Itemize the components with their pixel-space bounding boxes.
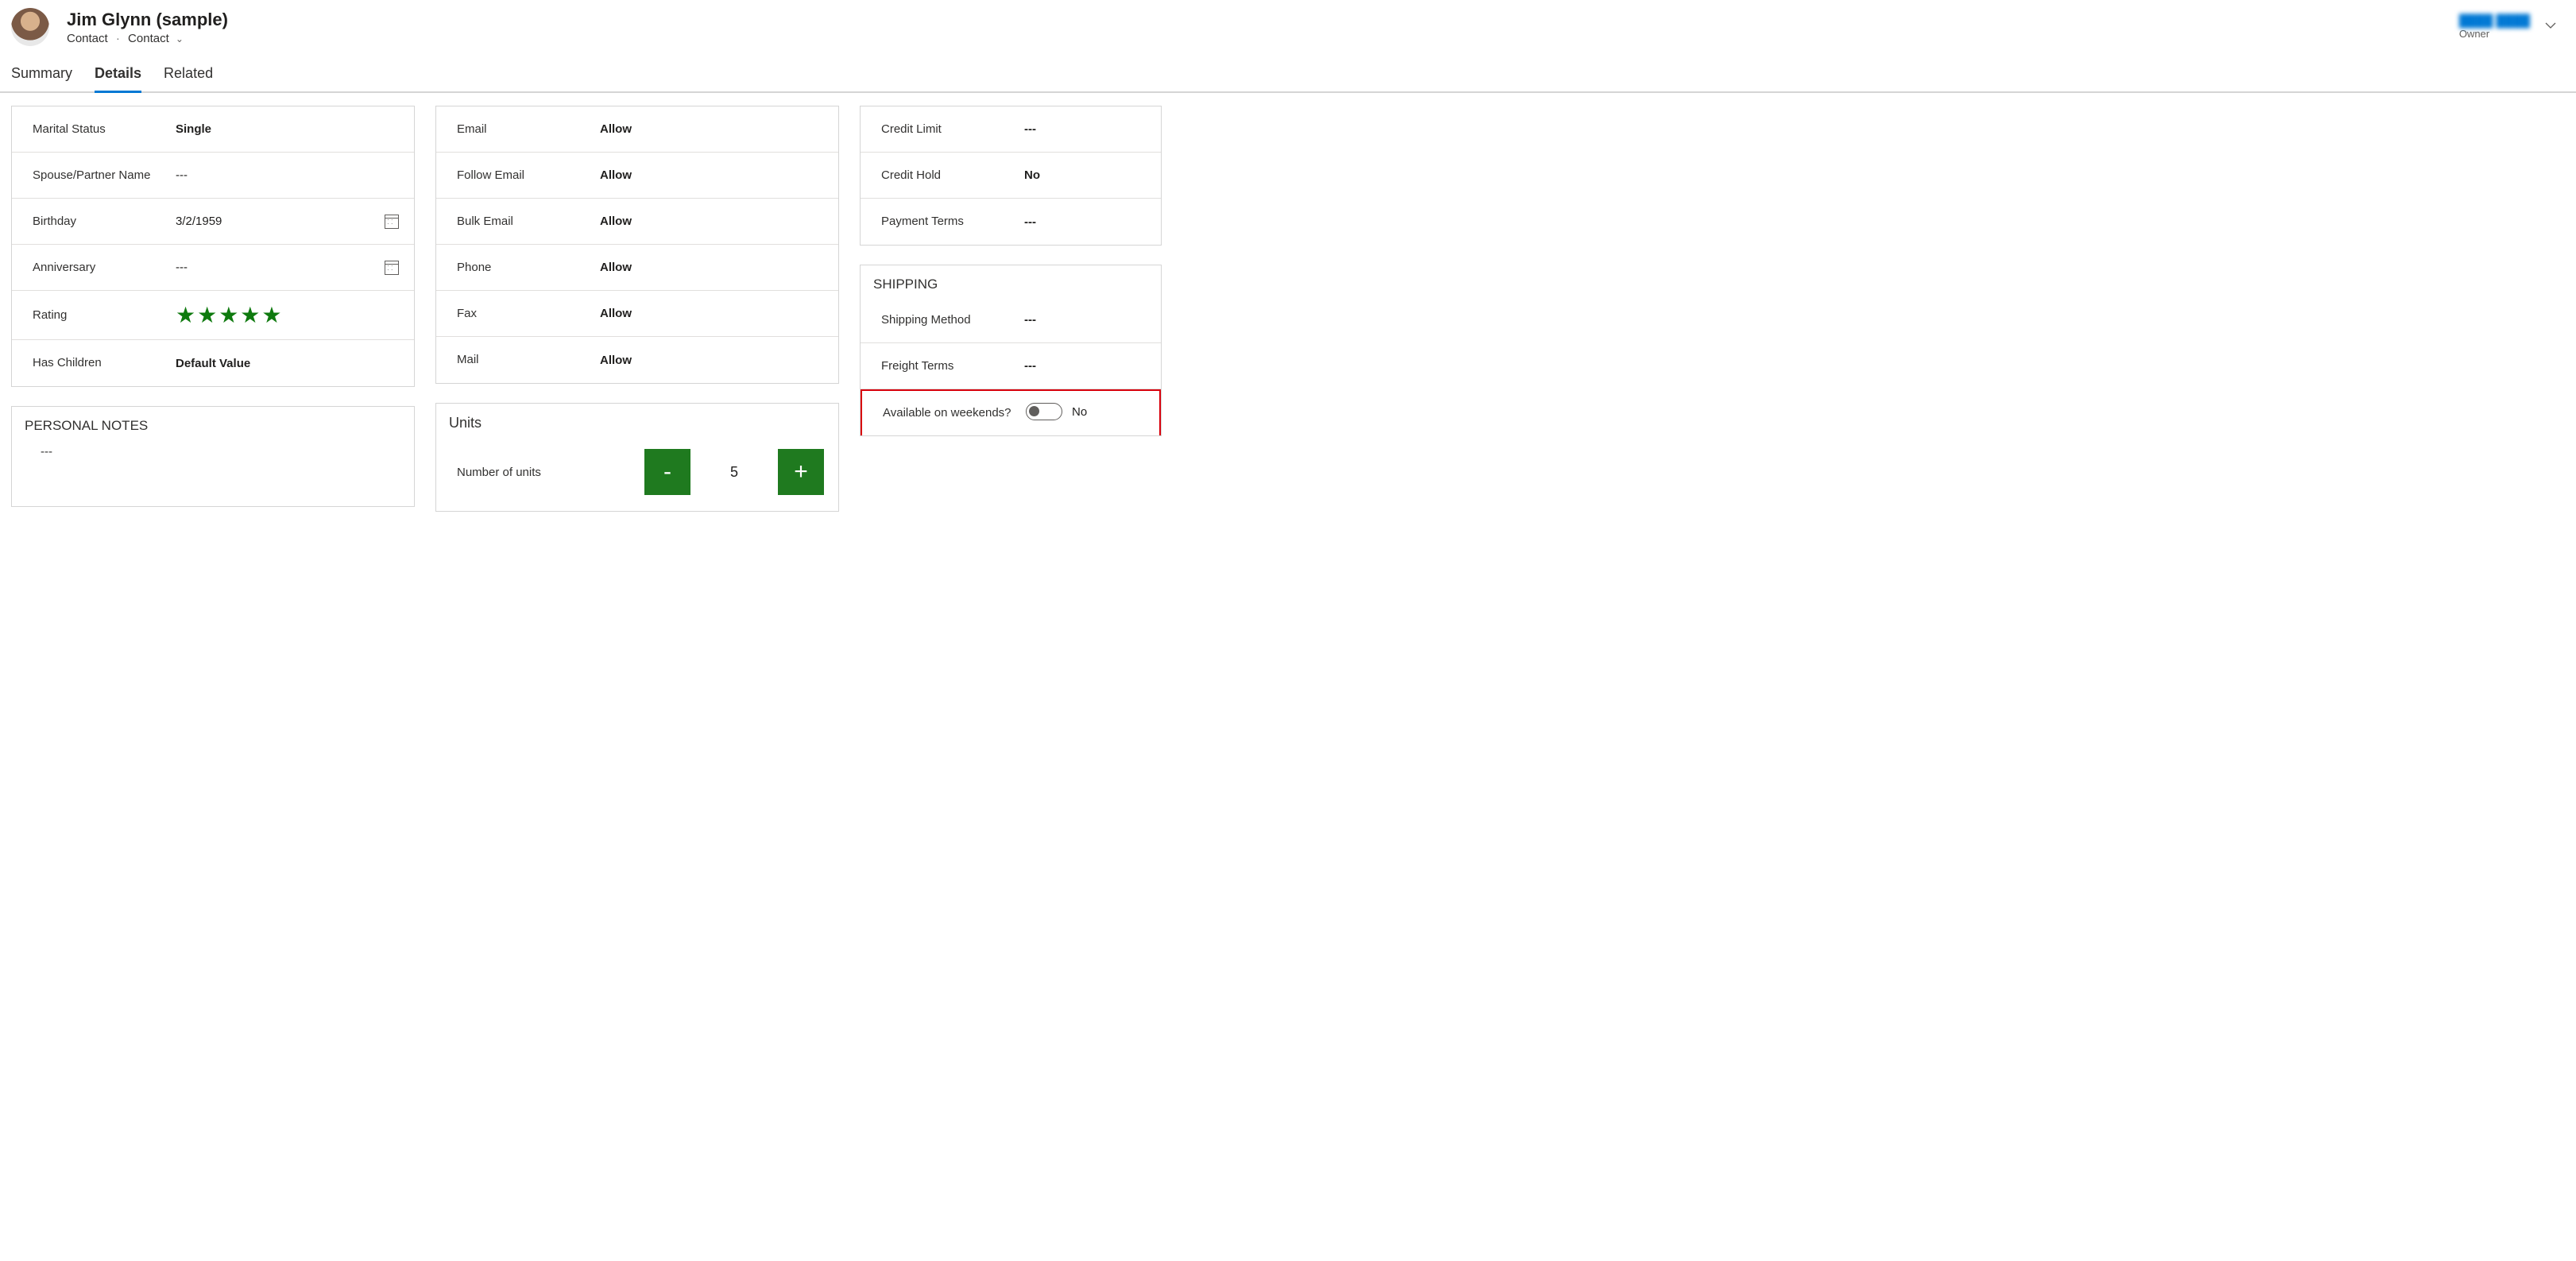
tab-details[interactable]: Details bbox=[95, 59, 141, 91]
toggle-knob-icon bbox=[1029, 406, 1039, 416]
contact-avatar bbox=[11, 8, 49, 46]
shipping-card: SHIPPING Shipping Method --- Freight Ter… bbox=[860, 265, 1162, 436]
column-1: Marital Status Single Spouse/Partner Nam… bbox=[11, 106, 415, 507]
marital-status-field[interactable]: Marital Status Single bbox=[12, 106, 414, 153]
section-title: Units bbox=[436, 404, 838, 436]
field-label: Birthday bbox=[25, 214, 176, 230]
credit-hold-field[interactable]: Credit Hold No bbox=[861, 153, 1161, 199]
entity-label: Contact bbox=[67, 32, 108, 45]
field-label: Email bbox=[449, 122, 600, 137]
units-value[interactable]: 5 bbox=[690, 464, 778, 481]
rating-field[interactable]: Rating ★★★★★ bbox=[12, 291, 414, 340]
field-label: Credit Hold bbox=[873, 168, 1024, 184]
toggle-text: No bbox=[1072, 405, 1087, 419]
field-value: Single bbox=[176, 122, 401, 136]
weekends-toggle[interactable]: No bbox=[1026, 403, 1087, 420]
contact-preferences-card: Email Allow Follow Email Allow Bulk Emai… bbox=[435, 106, 839, 384]
anniversary-field[interactable]: Anniversary --- bbox=[12, 245, 414, 291]
mail-pref-field[interactable]: Mail Allow bbox=[436, 337, 838, 383]
spouse-field[interactable]: Spouse/Partner Name --- bbox=[12, 153, 414, 199]
column-3: Credit Limit --- Credit Hold No Payment … bbox=[860, 106, 1162, 436]
available-weekends-field[interactable]: Available on weekends? No bbox=[861, 389, 1161, 435]
field-value: Allow bbox=[600, 307, 826, 320]
field-label: Shipping Method bbox=[873, 312, 1024, 328]
decrement-button[interactable]: - bbox=[644, 449, 690, 495]
field-label: Spouse/Partner Name bbox=[25, 168, 176, 184]
field-value: No bbox=[1026, 403, 1147, 424]
field-label: Credit Limit bbox=[873, 122, 1024, 137]
notes-value[interactable]: --- bbox=[12, 439, 414, 506]
units-card: Units Number of units - 5 + bbox=[435, 403, 839, 512]
calendar-icon[interactable] bbox=[382, 215, 401, 229]
field-value: 3/2/1959 bbox=[176, 215, 382, 228]
field-label: Anniversary bbox=[25, 260, 176, 276]
record-meta[interactable]: Contact · Contact ⌄ bbox=[67, 32, 2459, 45]
follow-email-pref-field[interactable]: Follow Email Allow bbox=[436, 153, 838, 199]
field-value: --- bbox=[176, 168, 401, 182]
owner-block[interactable]: ████ ████ Owner bbox=[2459, 14, 2565, 40]
field-value: Allow bbox=[600, 122, 826, 136]
has-children-field[interactable]: Has Children Default Value bbox=[12, 340, 414, 386]
field-value: Allow bbox=[600, 168, 826, 182]
field-label: Freight Terms bbox=[873, 358, 1024, 374]
chevron-down-icon[interactable] bbox=[2544, 19, 2557, 34]
field-value: --- bbox=[176, 261, 382, 274]
field-label: Fax bbox=[449, 306, 600, 322]
form-selector-label[interactable]: Contact bbox=[128, 32, 169, 45]
units-label: Number of units bbox=[457, 466, 644, 479]
fax-pref-field[interactable]: Fax Allow bbox=[436, 291, 838, 337]
field-label: Marital Status bbox=[25, 122, 176, 137]
chevron-down-icon[interactable]: ⌄ bbox=[176, 33, 184, 44]
section-title: PERSONAL NOTES bbox=[12, 407, 414, 439]
field-value: --- bbox=[1024, 122, 1148, 136]
field-label: Payment Terms bbox=[873, 214, 1024, 230]
field-value: Allow bbox=[600, 354, 826, 367]
record-header: Jim Glynn (sample) Contact · Contact ⌄ █… bbox=[0, 0, 2576, 46]
field-value: No bbox=[1024, 168, 1148, 182]
birthday-field[interactable]: Birthday 3/2/1959 bbox=[12, 199, 414, 245]
tab-related[interactable]: Related bbox=[164, 59, 213, 91]
units-row: Number of units - 5 + bbox=[436, 436, 838, 511]
calendar-icon[interactable] bbox=[382, 261, 401, 275]
toggle-track-icon bbox=[1026, 403, 1062, 420]
increment-button[interactable]: + bbox=[778, 449, 824, 495]
field-value: --- bbox=[1024, 215, 1148, 229]
field-value: --- bbox=[1024, 313, 1148, 327]
section-title: SHIPPING bbox=[861, 265, 1161, 297]
tab-summary[interactable]: Summary bbox=[11, 59, 72, 91]
form-tabs: Summary Details Related bbox=[0, 51, 2576, 93]
column-2: Email Allow Follow Email Allow Bulk Emai… bbox=[435, 106, 839, 512]
field-label: Mail bbox=[449, 352, 600, 368]
payment-terms-field[interactable]: Payment Terms --- bbox=[861, 199, 1161, 245]
personal-notes-card: PERSONAL NOTES --- bbox=[11, 406, 415, 507]
field-label: Available on weekends? bbox=[875, 405, 1026, 421]
freight-terms-field[interactable]: Freight Terms --- bbox=[861, 343, 1161, 389]
owner-field-label: Owner bbox=[2459, 28, 2530, 40]
star-rating-icon[interactable]: ★★★★★ bbox=[176, 302, 401, 328]
bulk-email-pref-field[interactable]: Bulk Email Allow bbox=[436, 199, 838, 245]
field-value: Allow bbox=[600, 261, 826, 274]
field-label: Bulk Email bbox=[449, 214, 600, 230]
billing-card: Credit Limit --- Credit Hold No Payment … bbox=[860, 106, 1162, 246]
field-label: Phone bbox=[449, 260, 600, 276]
field-value: Allow bbox=[600, 215, 826, 228]
owner-name: ████ ████ bbox=[2459, 14, 2530, 28]
record-name: Jim Glynn (sample) bbox=[67, 10, 2459, 30]
field-label: Has Children bbox=[25, 355, 176, 371]
details-body: Marital Status Single Spouse/Partner Nam… bbox=[0, 93, 2576, 524]
field-label: Follow Email bbox=[449, 168, 600, 184]
personal-info-card: Marital Status Single Spouse/Partner Nam… bbox=[11, 106, 415, 387]
field-value: Default Value bbox=[176, 357, 401, 370]
field-value: --- bbox=[1024, 359, 1148, 373]
separator: · bbox=[116, 32, 120, 45]
phone-pref-field[interactable]: Phone Allow bbox=[436, 245, 838, 291]
header-title-block: Jim Glynn (sample) Contact · Contact ⌄ bbox=[67, 10, 2459, 45]
credit-limit-field[interactable]: Credit Limit --- bbox=[861, 106, 1161, 153]
email-pref-field[interactable]: Email Allow bbox=[436, 106, 838, 153]
field-label: Rating bbox=[25, 308, 176, 323]
shipping-method-field[interactable]: Shipping Method --- bbox=[861, 297, 1161, 343]
